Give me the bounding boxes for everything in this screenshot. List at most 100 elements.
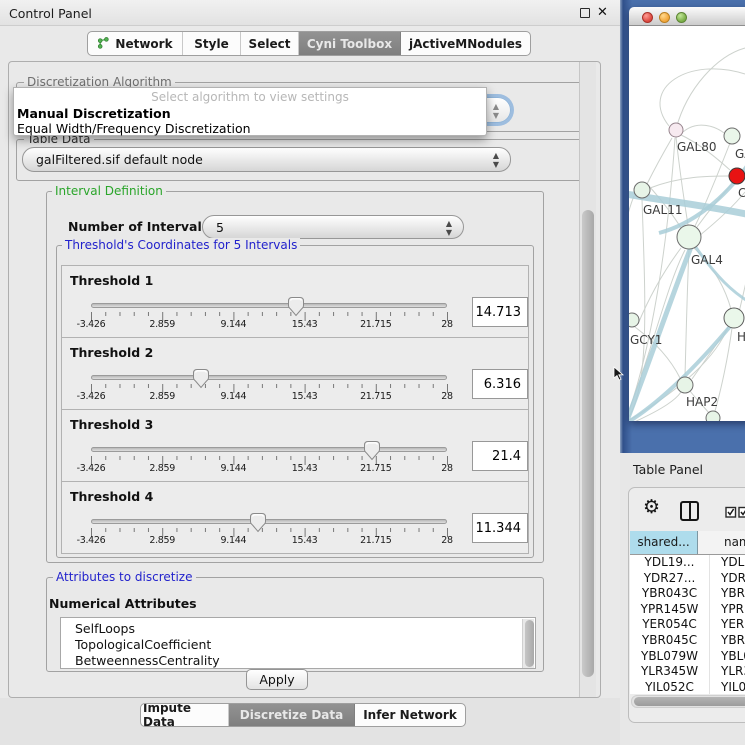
- tab-cyni-toolbox[interactable]: Cyni Toolbox: [299, 32, 401, 55]
- split-view-icon[interactable]: [680, 501, 699, 521]
- threshold-value-field[interactable]: [472, 297, 528, 327]
- slider-thumb[interactable]: [192, 368, 210, 389]
- column-header-shared-name[interactable]: shared...: [630, 531, 698, 554]
- slider-track[interactable]: [91, 447, 447, 452]
- tab-impute-data[interactable]: Impute Data: [141, 704, 229, 726]
- cell-shared-name[interactable]: YDL19...: [630, 555, 710, 571]
- panel-vertical-scrollbar[interactable]: [579, 62, 596, 697]
- mac-close-icon[interactable]: [642, 12, 653, 23]
- cell-name[interactable]: YDR2: [710, 571, 745, 587]
- tab-style[interactable]: Style: [183, 32, 241, 55]
- scrollbar-thumb[interactable]: [525, 620, 534, 667]
- mac-zoom-icon[interactable]: [676, 12, 687, 23]
- table-row[interactable]: YLR345WYLR3: [630, 664, 745, 680]
- numerical-attributes-list[interactable]: SelfLoopsTopologicalCoefficientBetweenne…: [60, 617, 536, 669]
- slider-track[interactable]: [91, 519, 447, 524]
- table-row[interactable]: YER054CYER0: [630, 617, 745, 633]
- node-gal4[interactable]: [677, 225, 701, 249]
- attribute-list-item[interactable]: BetweennessCentrality: [61, 653, 535, 669]
- apply-button[interactable]: Apply: [246, 669, 308, 690]
- threshold-value-field[interactable]: [472, 441, 528, 471]
- combo-arrows-icon: ▲▼: [493, 102, 499, 120]
- table-horizontal-scrollbar[interactable]: [631, 695, 745, 708]
- dropdown-option-equal-width[interactable]: Equal Width/Frequency Discretization: [17, 121, 251, 136]
- slider-thumb[interactable]: [363, 440, 381, 461]
- attribute-list-item[interactable]: TopologicalCoefficient: [61, 637, 535, 653]
- table-row[interactable]: YIL052CYIL0: [630, 680, 745, 694]
- dropdown-option-manual[interactable]: Manual Discretization: [17, 106, 171, 121]
- network-edge: [676, 48, 745, 129]
- threshold-label: Threshold 4: [70, 489, 153, 504]
- scrollbar-thumb[interactable]: [634, 697, 745, 706]
- cell-name[interactable]: YBL0: [710, 649, 745, 665]
- threshold-label: Threshold 2: [70, 345, 153, 360]
- node-right-h[interactable]: [724, 308, 744, 328]
- slider-thumb[interactable]: [249, 512, 267, 533]
- slider-track[interactable]: [91, 375, 447, 380]
- slider-track[interactable]: [91, 303, 447, 308]
- table-row[interactable]: YDL19...YDL1: [630, 555, 745, 571]
- cell-shared-name[interactable]: YBL079W: [630, 649, 710, 665]
- tab-infer-network[interactable]: Infer Network: [355, 704, 465, 726]
- tab-jactivemnodules[interactable]: jActiveMNodules: [401, 32, 530, 55]
- float-window-icon[interactable]: [580, 8, 590, 18]
- close-icon[interactable]: ✕: [597, 5, 608, 20]
- cell-name[interactable]: YER0: [710, 617, 745, 633]
- table-data-combobox[interactable]: galFiltered.sif default node ▲▼: [22, 147, 511, 172]
- cell-shared-name[interactable]: YBR045C: [630, 633, 710, 649]
- threshold-value-field[interactable]: [472, 369, 528, 399]
- node-gcy1[interactable]: [629, 313, 639, 327]
- network-window-titlebar[interactable]: [629, 7, 745, 26]
- node-hap2[interactable]: [677, 377, 693, 393]
- number-of-intervals-combobox[interactable]: 5 ▲▼: [202, 215, 464, 239]
- scale-tick-label: 9.144: [205, 319, 261, 330]
- cell-shared-name[interactable]: YER054C: [630, 617, 710, 633]
- attribute-list-item[interactable]: SelfLoops: [61, 621, 535, 637]
- network-edge: [629, 196, 634, 226]
- cell-name[interactable]: YBR0: [710, 633, 745, 649]
- network-view-window[interactable]: GAL80GACGAL11GAL4GCY1HHAP2: [629, 7, 745, 421]
- table-row[interactable]: YBR043CYBR0: [630, 586, 745, 602]
- threshold-value-field[interactable]: [472, 513, 528, 543]
- table-row[interactable]: YDR27...YDR2: [630, 571, 745, 587]
- node-pink[interactable]: [669, 123, 683, 137]
- checkbox-icon[interactable]: [725, 506, 737, 518]
- bottom-tab-bar: Impute Data Discretize Data Infer Networ…: [140, 703, 466, 727]
- node-red-selected[interactable]: [729, 168, 745, 184]
- cell-shared-name[interactable]: YDR27...: [630, 571, 710, 587]
- cell-name[interactable]: YBR0: [710, 586, 745, 602]
- node-bottom[interactable]: [706, 411, 720, 421]
- network-canvas[interactable]: GAL80GACGAL11GAL4GCY1HHAP2: [629, 26, 745, 421]
- node-label: C: [738, 186, 745, 200]
- scrollbar-thumb[interactable]: [582, 210, 594, 677]
- cell-shared-name[interactable]: YIL052C: [630, 680, 710, 694]
- gear-icon[interactable]: ⚙: [643, 498, 660, 517]
- cell-name[interactable]: YDL1: [710, 555, 745, 571]
- scale-tick-label: 21.715: [348, 535, 404, 546]
- tab-select[interactable]: Select: [241, 32, 299, 55]
- scale-tick-label: 15.43: [277, 391, 333, 402]
- column-header-name[interactable]: name: [698, 531, 745, 554]
- node-gal11[interactable]: [634, 182, 650, 198]
- checkbox-icon[interactable]: [738, 506, 745, 518]
- cell-shared-name[interactable]: YPR145W: [630, 602, 710, 618]
- threshold-label: Threshold 3: [70, 417, 153, 432]
- cell-shared-name[interactable]: YBR043C: [630, 586, 710, 602]
- node-label: GAL11: [643, 203, 682, 217]
- node-top-right[interactable]: [724, 128, 740, 144]
- cell-name[interactable]: YLR3: [710, 664, 745, 680]
- cell-name[interactable]: YIL0: [710, 680, 745, 694]
- slider-thumb[interactable]: [287, 296, 305, 317]
- cell-shared-name[interactable]: YLR345W: [630, 664, 710, 680]
- scale-tick-label: 2.859: [134, 463, 190, 474]
- attributes-list-scrollbar[interactable]: [522, 619, 534, 668]
- table-row[interactable]: YBL079WYBL0: [630, 649, 745, 665]
- table-row[interactable]: YPR145WYPR1: [630, 602, 745, 618]
- tab-discretize-data[interactable]: Discretize Data: [229, 704, 355, 726]
- table-row[interactable]: YBR045CYBR0: [630, 633, 745, 649]
- network-graph: GAL80GACGAL11GAL4GCY1HHAP2: [629, 26, 745, 421]
- number-of-intervals-label: Number of Intervals: [68, 219, 209, 234]
- mac-minimize-icon[interactable]: [659, 12, 670, 23]
- cell-name[interactable]: YPR1: [710, 602, 745, 618]
- tab-network[interactable]: Network: [88, 32, 183, 55]
